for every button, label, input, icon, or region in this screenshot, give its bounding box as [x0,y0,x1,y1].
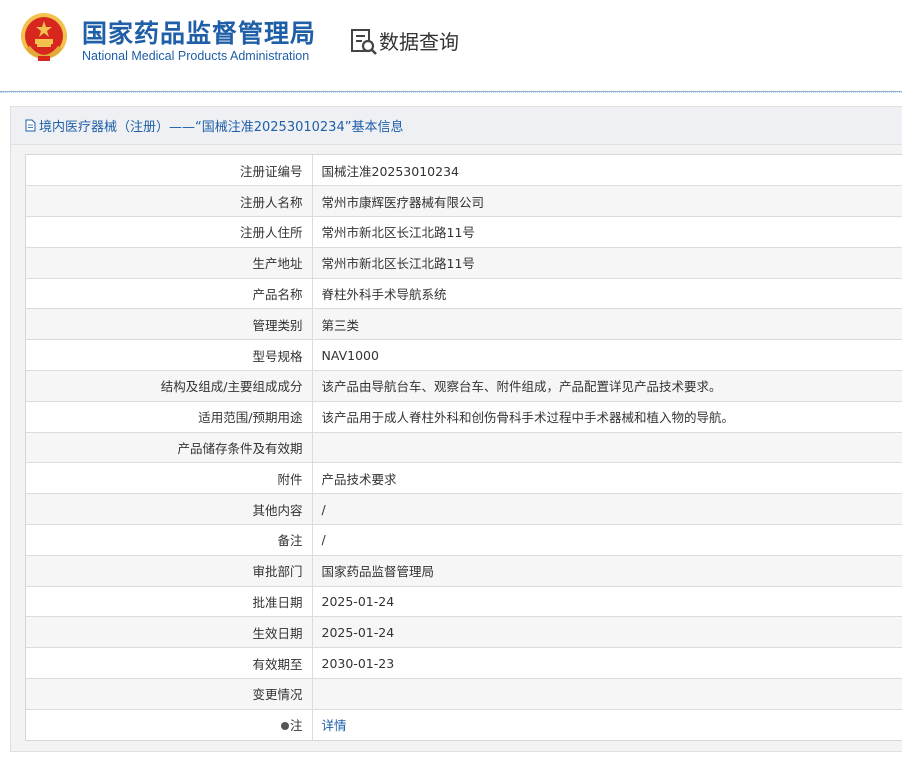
detail-table: 注册证编号 国械注准20253010234 注册人名称 常州市康辉医疗器械有限公司 注册… [25,154,902,742]
detail-value: 常州市康辉医疗器械有限公司 [312,185,902,218]
detail-label: 注册人名称 [26,185,313,218]
detail-row: 备注 / [26,524,902,556]
detail-value: 第三类 [312,308,902,341]
detail-row: 适用范围/预期用途 该产品用于成人脊柱外科和创伤骨科手术过程中手术器械和植入物的导… [26,401,902,433]
detail-row: 注册人住所 常州市新北区长江北路11号 [26,216,902,248]
detail-row: 结构及组成/主要组成成分 该产品由导航台车、观察台车、附件组成，产品配置详见产品技… [26,370,902,402]
national-emblem-icon [21,13,67,61]
detail-row: 有效期至 2030-01-23 [26,647,902,680]
note-label-text: 注 [289,718,303,734]
org-name-cn[interactable]: 国家药品监督管理局 [82,14,316,50]
detail-value: 常州市新北区长江北路11号 [312,216,902,248]
detail-value: 2030-01-23 [312,647,902,680]
detail-value: / [312,493,902,526]
detail-value: NAV1000 [312,339,902,372]
detail-panel: 境内医疗器械（注册）——“国械注准20253010234”基本信息 注册证编号国… [10,106,902,752]
data-query-link[interactable]: 数据查询 [379,26,459,55]
detail-row: 批准日期 2025-01-24 [26,586,902,618]
detail-value: 2025-01-24 [312,616,902,649]
detail-label: 注册人住所 [26,216,313,248]
detail-label: 其他内容 [26,493,313,526]
detail-row: 注册证编号 国械注准20253010234 [26,155,902,187]
detail-label: 变更情况 [26,678,313,710]
detail-row: 管理类别 第三类 [26,308,902,341]
note-label: 注 [26,709,313,741]
detail-value: 国家药品监督管理局 [312,555,902,587]
note-value: 详情 [312,709,902,741]
detail-value: 该产品由导航台车、观察台车、附件组成，产品配置详见产品技术要求。 [312,370,902,402]
detail-value: 该产品用于成人脊柱外科和创伤骨科手术过程中手术器械和植入物的导航。 [312,401,902,433]
detail-label: 有效期至 [26,647,313,680]
detail-row: 审批部门 国家药品监督管理局 [26,555,902,587]
header-divider [0,92,902,94]
detail-label: 备注 [26,524,313,556]
detail-row: 产品储存条件及有效期 [26,432,902,464]
detail-value [312,678,902,710]
detail-label: 结构及组成/主要组成成分 [26,370,313,402]
detail-row: 型号规格 NAV1000 [26,339,902,372]
detail-label: 附件 [26,462,313,495]
detail-label: 注册证编号 [26,155,313,187]
site-header: 国家药品监督管理局 National Medical Products Admi… [0,0,902,92]
detail-label: 生产地址 [26,247,313,279]
detail-value: 2025-01-24 [312,586,902,618]
org-name-en[interactable]: National Medical Products Administration [82,49,309,63]
detail-label: 适用范围/预期用途 [26,401,313,433]
detail-row: 其他内容 / [26,493,902,526]
document-icon [25,119,36,132]
detail-value: 脊柱外科手术导航系统 [312,278,902,310]
detail-value: 国械注准20253010234 [312,155,902,187]
detail-label: 批准日期 [26,586,313,618]
panel-title-text: 境内医疗器械（注册）——“国械注准20253010234”基本信息 [39,120,404,135]
detail-label: 型号规格 [26,339,313,372]
detail-value [312,432,902,464]
detail-row: 生效日期 2025-01-24 [26,616,902,649]
detail-row: 产品名称 脊柱外科手术导航系统 [26,278,902,310]
detail-value: / [312,524,902,556]
detail-row: 生产地址 常州市新北区长江北路11号 [26,247,902,279]
detail-label: 产品储存条件及有效期 [26,432,313,464]
detail-row: 变更情况 [26,678,902,710]
note-dot-icon [280,722,289,731]
detail-label: 产品名称 [26,278,313,310]
detail-row: 附件 产品技术要求 [26,462,902,495]
data-query-icon [351,29,377,55]
detail-row: 注册人名称 常州市康辉医疗器械有限公司 [26,185,902,218]
details-link[interactable]: 详情 [322,718,347,733]
note-row: 注 详情 [26,709,902,741]
detail-value: 常州市新北区长江北路11号 [312,247,902,279]
detail-label: 审批部门 [26,555,313,587]
detail-label: 生效日期 [26,616,313,649]
detail-label: 管理类别 [26,308,313,341]
detail-value: 产品技术要求 [312,462,902,495]
panel-title: 境内医疗器械（注册）——“国械注准20253010234”基本信息 [11,107,902,145]
